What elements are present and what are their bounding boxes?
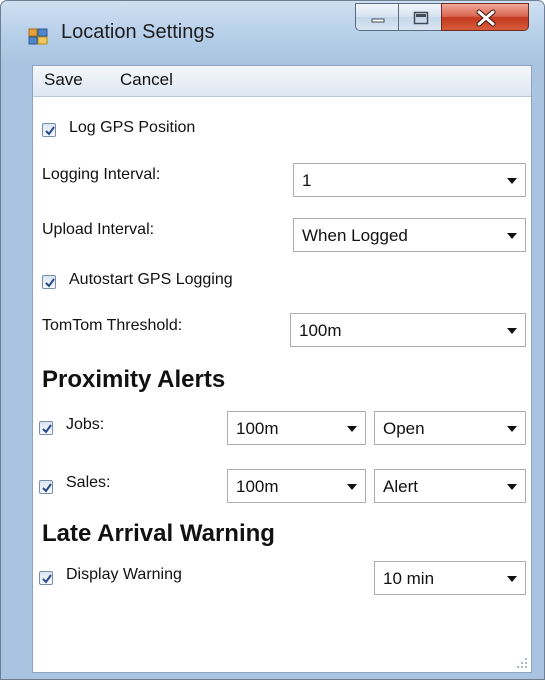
chevron-down-icon bbox=[507, 426, 517, 432]
checkmark-icon bbox=[45, 278, 55, 288]
chevron-down-icon bbox=[347, 484, 357, 490]
checkmark-icon bbox=[42, 574, 52, 584]
sales-distance-value: 100m bbox=[236, 477, 279, 496]
chevron-down-icon bbox=[507, 178, 517, 184]
checkmark-icon bbox=[42, 483, 52, 493]
checkmark-icon bbox=[45, 126, 55, 136]
sales-label: Sales: bbox=[66, 474, 111, 491]
jobs-checkbox[interactable] bbox=[39, 421, 53, 435]
menu-save[interactable]: Save bbox=[40, 70, 87, 90]
autostart-label: Autostart GPS Logging bbox=[69, 271, 233, 288]
jobs-action-value: Open bbox=[383, 419, 425, 438]
client-area: Save Cancel Log GPS Position Logging Int… bbox=[32, 65, 532, 673]
late-arrival-heading: Late Arrival Warning bbox=[42, 520, 275, 547]
chevron-down-icon bbox=[507, 576, 517, 582]
chevron-down-icon bbox=[507, 484, 517, 490]
minimize-button[interactable] bbox=[355, 3, 399, 31]
display-warning-value: 10 min bbox=[383, 569, 435, 588]
display-warning-checkbox[interactable] bbox=[39, 571, 53, 585]
proximity-alerts-heading: Proximity Alerts bbox=[42, 366, 226, 393]
close-icon bbox=[476, 9, 496, 27]
tomtom-threshold-label: TomTom Threshold: bbox=[42, 317, 183, 334]
chevron-down-icon bbox=[507, 328, 517, 334]
window-controls bbox=[355, 3, 529, 33]
sales-distance-dropdown[interactable]: 100m bbox=[227, 469, 366, 503]
window-title: Location Settings bbox=[61, 21, 215, 43]
logging-interval-value: 1 bbox=[302, 171, 312, 190]
minimize-icon bbox=[371, 18, 385, 23]
autostart-checkbox[interactable] bbox=[42, 275, 56, 289]
logging-interval-label: Logging Interval: bbox=[42, 166, 161, 183]
log-gps-checkbox[interactable] bbox=[42, 123, 56, 137]
jobs-action-dropdown[interactable]: Open bbox=[374, 411, 526, 445]
tomtom-threshold-dropdown[interactable]: 100m bbox=[290, 313, 526, 347]
title-bar[interactable]: Location Settings bbox=[1, 1, 545, 65]
tomtom-threshold-value: 100m bbox=[299, 321, 342, 340]
chevron-down-icon bbox=[347, 426, 357, 432]
upload-interval-value: When Logged bbox=[302, 226, 408, 245]
display-warning-label: Display Warning bbox=[66, 566, 182, 583]
maximize-button[interactable] bbox=[398, 3, 442, 31]
log-gps-label: Log GPS Position bbox=[69, 119, 196, 136]
jobs-distance-value: 100m bbox=[236, 419, 279, 438]
checkmark-icon bbox=[42, 424, 52, 434]
sales-checkbox[interactable] bbox=[39, 480, 53, 494]
jobs-label: Jobs: bbox=[66, 416, 105, 433]
upload-interval-label: Upload Interval: bbox=[42, 221, 155, 238]
menu-cancel[interactable]: Cancel bbox=[116, 70, 177, 90]
app-icon bbox=[28, 25, 48, 45]
upload-interval-dropdown[interactable]: When Logged bbox=[293, 218, 526, 252]
sales-action-dropdown[interactable]: Alert bbox=[374, 469, 526, 503]
logging-interval-dropdown[interactable]: 1 bbox=[293, 163, 526, 197]
sales-action-value: Alert bbox=[383, 477, 418, 496]
close-button[interactable] bbox=[441, 3, 529, 31]
display-warning-dropdown[interactable]: 10 min bbox=[374, 561, 526, 595]
maximize-icon bbox=[413, 11, 429, 25]
chevron-down-icon bbox=[507, 233, 517, 239]
location-settings-window: Location Settings Save Cancel Log GPS Po… bbox=[0, 0, 545, 680]
menu-bar: Save Cancel bbox=[33, 66, 531, 97]
resize-grip-icon[interactable] bbox=[516, 657, 528, 669]
jobs-distance-dropdown[interactable]: 100m bbox=[227, 411, 366, 445]
